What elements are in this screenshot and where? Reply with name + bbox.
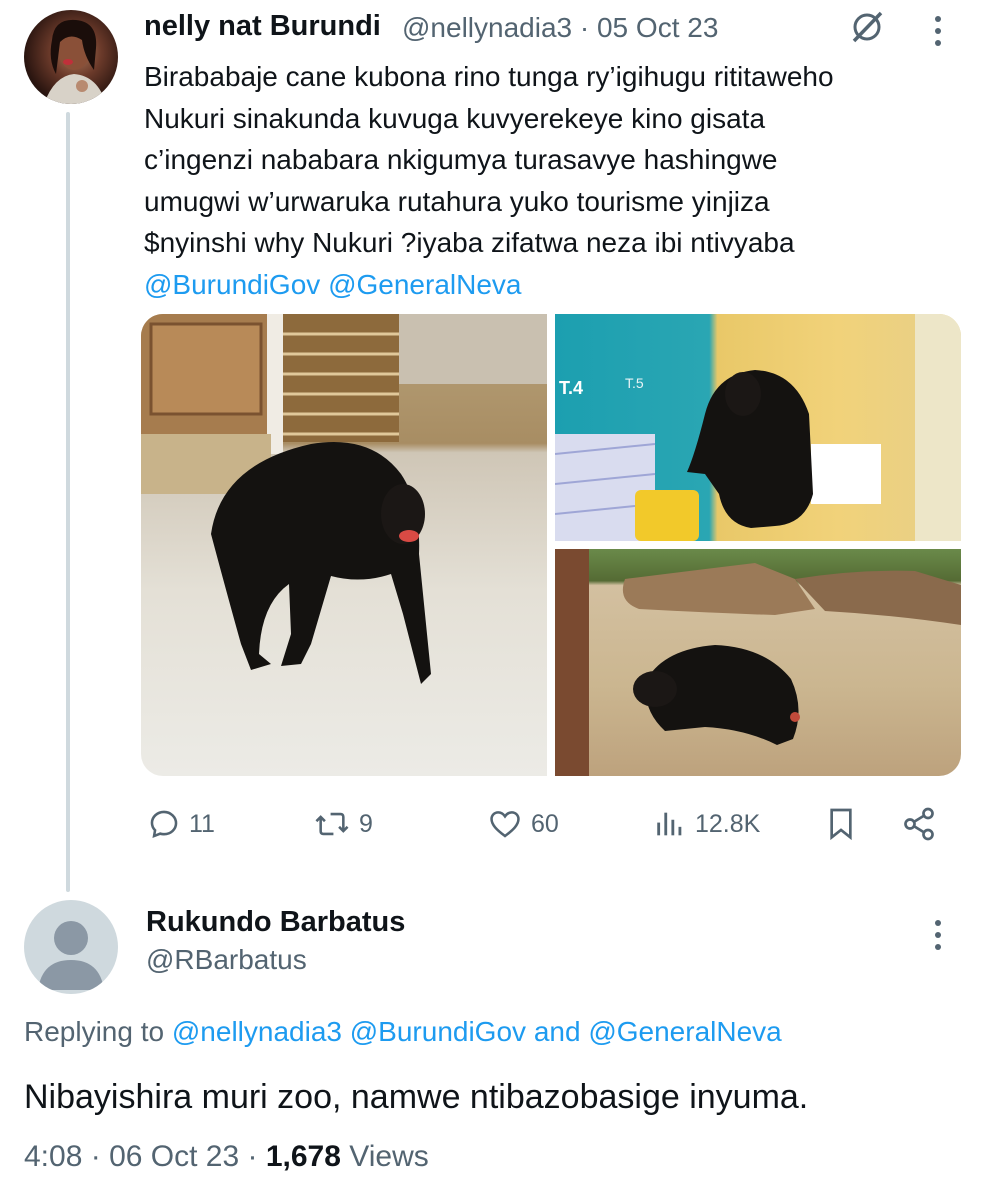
media-image-chimp-at-tap[interactable]: T.4 T.5 [555,314,961,541]
media-grid[interactable]: T.4 T.5 [141,314,961,776]
tweet-date[interactable]: 05 Oct 23 [597,12,718,43]
tweet-text: Birababaje cane kubona rino tunga ry’igi… [144,56,964,305]
separator: · [90,1140,101,1173]
more-icon[interactable] [928,14,948,48]
reply-views-label: Views [349,1140,429,1173]
mention-link[interactable]: @GeneralNeva [588,1016,781,1047]
tweet-text-line: Nukuri sinakunda kuvuga kuvyerekeye kino… [144,102,766,134]
mention-link[interactable]: @nellynadia3 [172,1016,342,1047]
tweet-mentions: @BurundiGov @GeneralNeva [144,264,964,306]
mention-link[interactable]: @GeneralNeva [328,269,521,300]
grok-icon[interactable] [848,8,886,46]
default-avatar-icon [38,921,104,990]
reply-time[interactable]: 4:08 [24,1140,82,1173]
tweet-text-line: $nyinshi why Nukuri ?iyaba zifatwa neza … [144,227,795,258]
reply-icon [150,810,178,839]
sign-t5: T.5 [625,375,644,391]
bookmark-icon [830,808,852,841]
share-button[interactable] [901,800,937,848]
avatar-photo [44,19,106,104]
repost-icon [315,812,349,836]
replying-and: and [533,1016,581,1047]
reply-meta: 4:08 · 06 Oct 23 · 1,678 Views [24,1140,429,1174]
author-avatar[interactable] [24,10,118,104]
media-image-chimp-lying[interactable] [555,549,961,776]
views-icon [657,812,682,836]
more-icon[interactable] [928,918,948,952]
views-count: 12.8K [695,809,761,838]
author-handle-date[interactable]: @nellynadia3 · 05 Oct 23 [402,12,718,44]
tweet-actions: 11 9 60 12.8K [141,800,961,848]
author-name[interactable]: nelly nat Burundi [144,10,381,43]
media-image-chimp-walking[interactable] [141,314,547,776]
like-icon [490,811,520,838]
reply-author-handle[interactable]: @RBarbatus [146,944,307,976]
like-count: 60 [531,809,559,838]
repost-button[interactable]: 9 [313,800,373,848]
like-button[interactable]: 60 [487,800,559,848]
mention-link[interactable]: @BurundiGov [144,269,320,300]
replying-to: Replying to @nellynadia3 @BurundiGov and… [24,1016,782,1048]
reply-button[interactable]: 11 [147,800,215,848]
reply-text: Nibayishira muri zoo, namwe ntibazobasig… [24,1078,809,1116]
separator: · [579,12,590,43]
author-handle[interactable]: @nellynadia3 [402,12,572,43]
tweet-text-line: umugwi w’urwaruka rutahura yuko tourisme… [144,185,770,217]
mention-link[interactable]: @BurundiGov [350,1016,526,1047]
tweet-text-line: Birababaje cane kubona rino tunga ry’igi… [144,61,834,92]
reply-author-avatar[interactable] [24,900,118,994]
thread-line [66,112,70,892]
views-button[interactable]: 12.8K [653,800,760,848]
separator: · [247,1140,258,1173]
share-icon [904,807,934,841]
reply-author-name[interactable]: Rukundo Barbatus [146,906,405,939]
sign-t4: T.4 [559,378,583,398]
reply-views-count: 1,678 [265,1140,341,1173]
replying-prefix: Replying to [24,1016,165,1047]
reply-date[interactable]: 06 Oct 23 [109,1140,239,1173]
bookmark-button[interactable] [825,800,857,848]
repost-count: 9 [359,809,373,838]
reply-count: 11 [189,809,215,838]
tweet-text-line: c’ingenzi nababara nkigumya turasavye ha… [144,144,778,175]
